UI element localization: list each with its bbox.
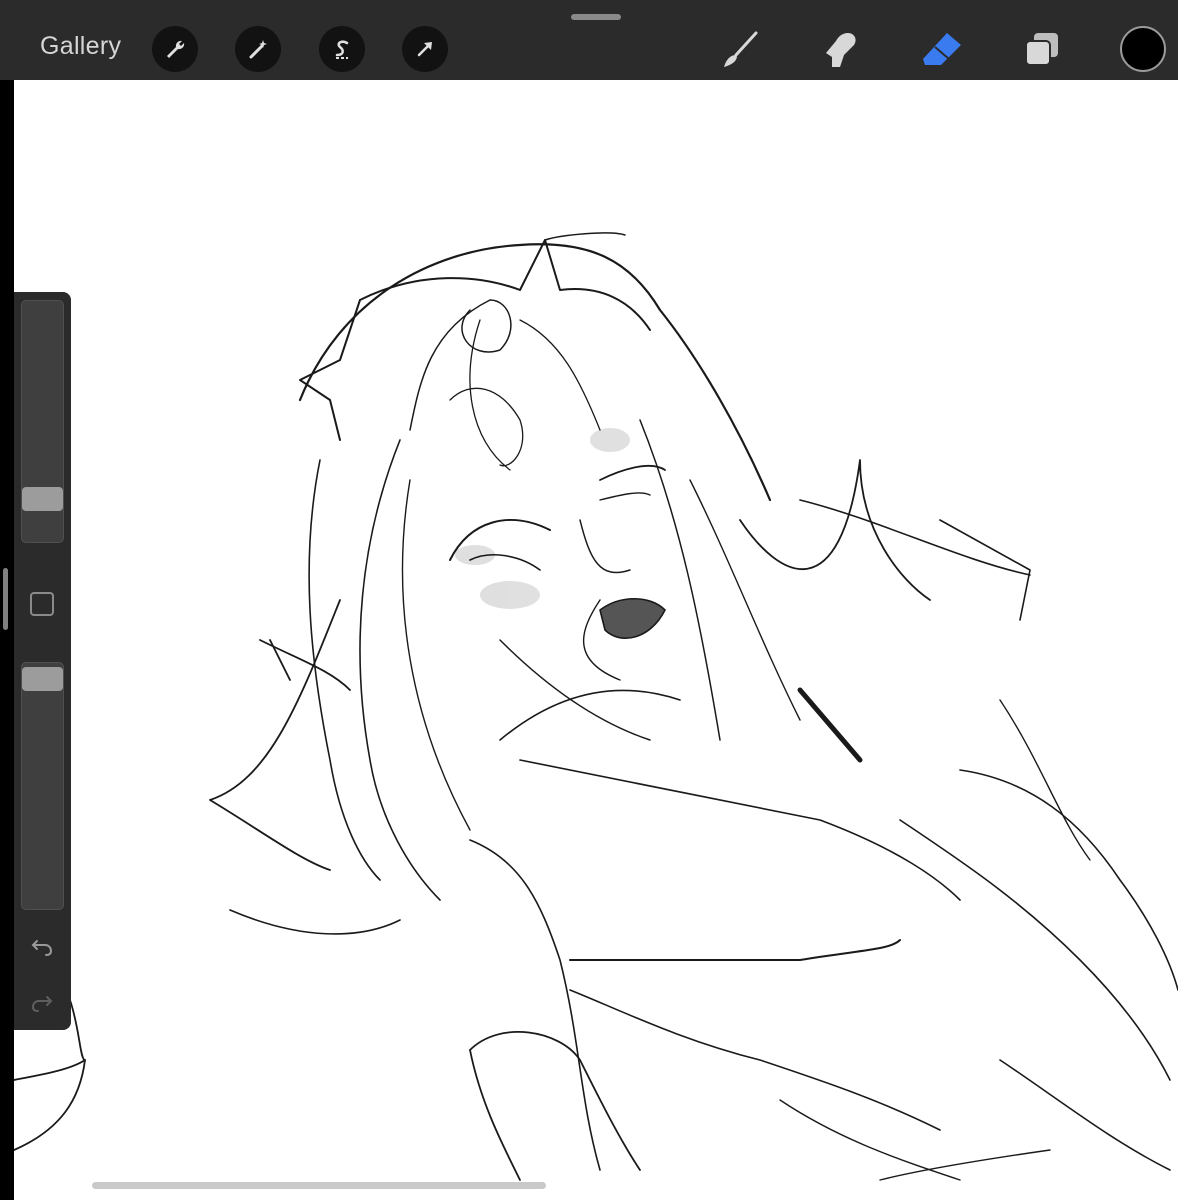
toolbar-grabber[interactable]	[571, 14, 621, 20]
color-picker-button[interactable]	[1120, 26, 1166, 72]
layers-glyph	[1025, 33, 1058, 66]
layers-icon[interactable]	[1018, 26, 1066, 72]
redo-icon[interactable]	[26, 986, 58, 1018]
selection-s-icon[interactable]	[319, 26, 365, 72]
arrow-glyph	[417, 42, 432, 57]
side-panel	[14, 292, 71, 1030]
smudge-icon[interactable]	[816, 26, 864, 72]
redo-glyph	[31, 996, 53, 1012]
modify-button[interactable]	[30, 592, 54, 616]
brush-glyph	[724, 31, 758, 67]
horizontal-scroll-indicator	[92, 1182, 546, 1189]
undo-icon[interactable]	[26, 930, 58, 962]
opacity-thumb[interactable]	[22, 667, 63, 691]
selection-glyph	[335, 40, 349, 59]
wrench-glyph	[167, 40, 185, 58]
side-panel-handle[interactable]	[3, 568, 8, 630]
eraser-icon[interactable]	[918, 26, 966, 72]
eraser-glyph	[923, 33, 961, 65]
brush-size-thumb[interactable]	[22, 487, 63, 511]
brush-size-slider[interactable]	[21, 300, 64, 543]
undo-glyph	[31, 940, 53, 956]
smudge-glyph	[826, 33, 856, 67]
actions-wrench-icon[interactable]	[152, 26, 198, 72]
top-toolbar: Gallery	[0, 0, 1178, 80]
brush-icon[interactable]	[716, 26, 764, 72]
drawing-canvas[interactable]	[14, 80, 1178, 1200]
transform-arrow-icon[interactable]	[402, 26, 448, 72]
opacity-slider[interactable]	[21, 662, 64, 910]
magic-wand-glyph	[249, 40, 267, 59]
adjustments-magic-wand-icon[interactable]	[235, 26, 281, 72]
gallery-button[interactable]: Gallery	[40, 32, 121, 61]
